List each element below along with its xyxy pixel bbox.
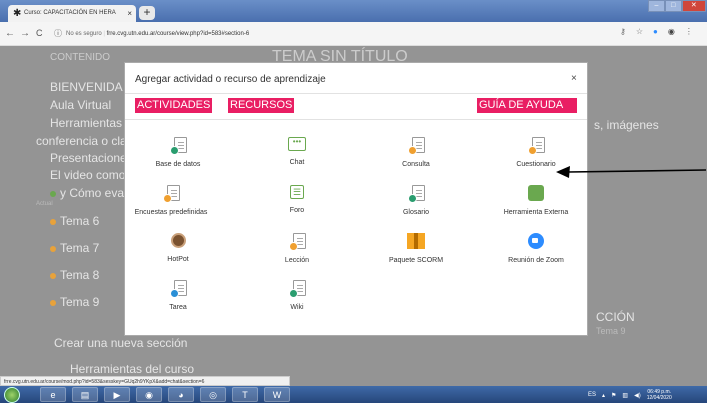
flag-icon[interactable]: ⚑: [611, 392, 616, 399]
activity-glosario[interactable]: Glosario: [371, 185, 461, 216]
network-icon[interactable]: ▥: [622, 392, 628, 399]
browser-tab[interactable]: ✱ Curso: CAPACITACIÓN EN HERA ×: [8, 5, 136, 22]
activity-leccion[interactable]: Lección: [252, 233, 342, 264]
status-bar-url: frre.cvg.utn.edu.ar/course/mod.php?id=58…: [0, 376, 290, 386]
teams-icon[interactable]: T: [232, 387, 258, 402]
tema9-right: Tema 9: [596, 326, 626, 336]
hotpot-icon: [170, 233, 186, 248]
wiki-icon: [289, 280, 306, 298]
menu-icon[interactable]: ⋮: [685, 27, 693, 36]
activity-chooser-dialog: Agregar actividad o recurso de aprendiza…: [124, 62, 588, 336]
skype-icon[interactable]: ●: [653, 27, 658, 36]
nav-herramientas[interactable]: Herramientas: [50, 116, 122, 130]
create-section-link[interactable]: Crear una nueva sección: [54, 336, 187, 350]
volume-icon[interactable]: ◀): [634, 392, 641, 399]
key-icon[interactable]: ⚷: [620, 27, 626, 36]
database-icon: [170, 137, 187, 155]
profile-icon[interactable]: ◉: [668, 27, 675, 36]
activity-cuestionario[interactable]: Cuestionario: [491, 137, 581, 168]
maximize-button[interactable]: □: [664, 0, 682, 12]
tab-guia-ayuda[interactable]: GUÍA DE AYUDA: [477, 98, 577, 113]
system-tray: ES ▴ ⚑ ▥ ◀) 06:49 p.m. 12/04/2020: [588, 388, 706, 402]
chrome-alt-icon[interactable]: ◎: [200, 387, 226, 402]
seccion-text: CCIÓN: [596, 310, 635, 324]
scorm-icon: [407, 233, 425, 249]
dialog-title: Agregar actividad o recurso de aprendiza…: [135, 74, 326, 85]
window-controls: – □ ✕: [648, 0, 706, 12]
firefox-icon[interactable]: ◕: [168, 387, 194, 402]
forum-icon: ☰: [290, 185, 304, 199]
nav-tema7[interactable]: Tema 7: [50, 241, 99, 255]
new-tab-button[interactable]: +: [139, 6, 155, 20]
puzzle-icon: [528, 185, 544, 201]
minimize-button[interactable]: –: [648, 0, 665, 12]
activity-database[interactable]: Base de datos: [133, 137, 223, 168]
activity-hotpot[interactable]: HotPot: [133, 233, 223, 263]
nav-tema8[interactable]: Tema 8: [50, 268, 99, 282]
clock[interactable]: 06:49 p.m. 12/04/2020: [647, 389, 672, 401]
nav-aula[interactable]: Aula Virtual: [50, 98, 111, 112]
tab-actividades[interactable]: ACTIVIDADES: [135, 98, 213, 113]
security-label: No es seguro: [66, 31, 102, 37]
imagenes-text: s, imágenes: [594, 118, 659, 132]
nav-presentaciones[interactable]: Presentacione: [50, 151, 127, 165]
url-field[interactable]: No es seguro | frre.cvg.utn.edu.ar/cours…: [66, 27, 626, 42]
activity-consulta[interactable]: Consulta: [371, 137, 461, 168]
nav-video[interactable]: El video como: [50, 168, 125, 182]
quiz-icon: [528, 137, 545, 155]
glossary-icon: [408, 185, 425, 203]
lesson-icon: [289, 233, 306, 251]
course-tools-link[interactable]: Herramientas del curso: [70, 362, 194, 376]
nav-tema6[interactable]: Tema 6: [50, 214, 99, 228]
forward-icon[interactable]: →: [20, 28, 30, 39]
tab-title: Curso: CAPACITACIÓN EN HERA: [24, 10, 116, 16]
activity-scorm[interactable]: Paquete SCORM: [371, 233, 461, 264]
survey-icon: [163, 185, 180, 203]
toolbar-icons: ⚷ ☆ ● ◉ ⋮: [620, 27, 693, 36]
language-indicator[interactable]: ES: [588, 392, 596, 398]
activity-herramienta-externa[interactable]: Herramienta Externa: [491, 185, 581, 216]
divider: [125, 119, 587, 120]
start-button[interactable]: [4, 387, 20, 403]
tab-close-icon[interactable]: ×: [127, 9, 132, 18]
info-icon[interactable]: ⓘ: [54, 28, 62, 39]
actual-label: Actual: [36, 201, 53, 207]
close-window-button[interactable]: ✕: [681, 0, 706, 12]
tab-recursos[interactable]: RECURSOS: [228, 98, 295, 113]
nav-bienvenida[interactable]: BIENVENIDA: [50, 80, 123, 94]
chrome-icon[interactable]: ◉: [136, 387, 162, 402]
activity-zoom[interactable]: Reunión de Zoom: [491, 233, 581, 264]
choice-icon: [408, 137, 425, 155]
reload-icon[interactable]: C: [36, 28, 43, 38]
star-icon[interactable]: ☆: [636, 27, 643, 36]
tray-arrow-icon[interactable]: ▴: [602, 392, 605, 399]
divider: [125, 93, 587, 94]
activity-tarea[interactable]: Tarea: [133, 280, 223, 311]
nav-como-eval[interactable]: y Cómo eval: [50, 186, 127, 200]
dialog-close-button[interactable]: ×: [571, 73, 577, 84]
moodle-favicon-icon: ✱: [13, 8, 22, 19]
folder-icon[interactable]: ▤: [72, 387, 98, 402]
activity-encuestas[interactable]: Encuestas predefinidas: [126, 185, 216, 216]
assignment-icon: [170, 280, 187, 298]
word-icon[interactable]: W: [264, 387, 290, 402]
back-icon[interactable]: ←: [5, 28, 15, 39]
nav-conferencia[interactable]: conferencia o cla: [36, 134, 127, 148]
contenido-heading: CONTENIDO: [50, 52, 110, 63]
ie-icon[interactable]: e: [40, 387, 66, 402]
activity-wiki[interactable]: Wiki: [252, 280, 342, 311]
activity-foro[interactable]: ☰ Foro: [252, 185, 342, 214]
url-text: frre.cvg.utn.edu.ar/course/view.php?id=5…: [106, 31, 250, 37]
zoom-icon: [528, 233, 544, 249]
annotation-arrow-icon: [556, 166, 706, 178]
chat-icon: •••: [288, 137, 306, 151]
activity-chat[interactable]: ••• Chat: [252, 137, 342, 166]
media-icon[interactable]: ▶: [104, 387, 130, 402]
nav-tema9[interactable]: Tema 9: [50, 295, 99, 309]
